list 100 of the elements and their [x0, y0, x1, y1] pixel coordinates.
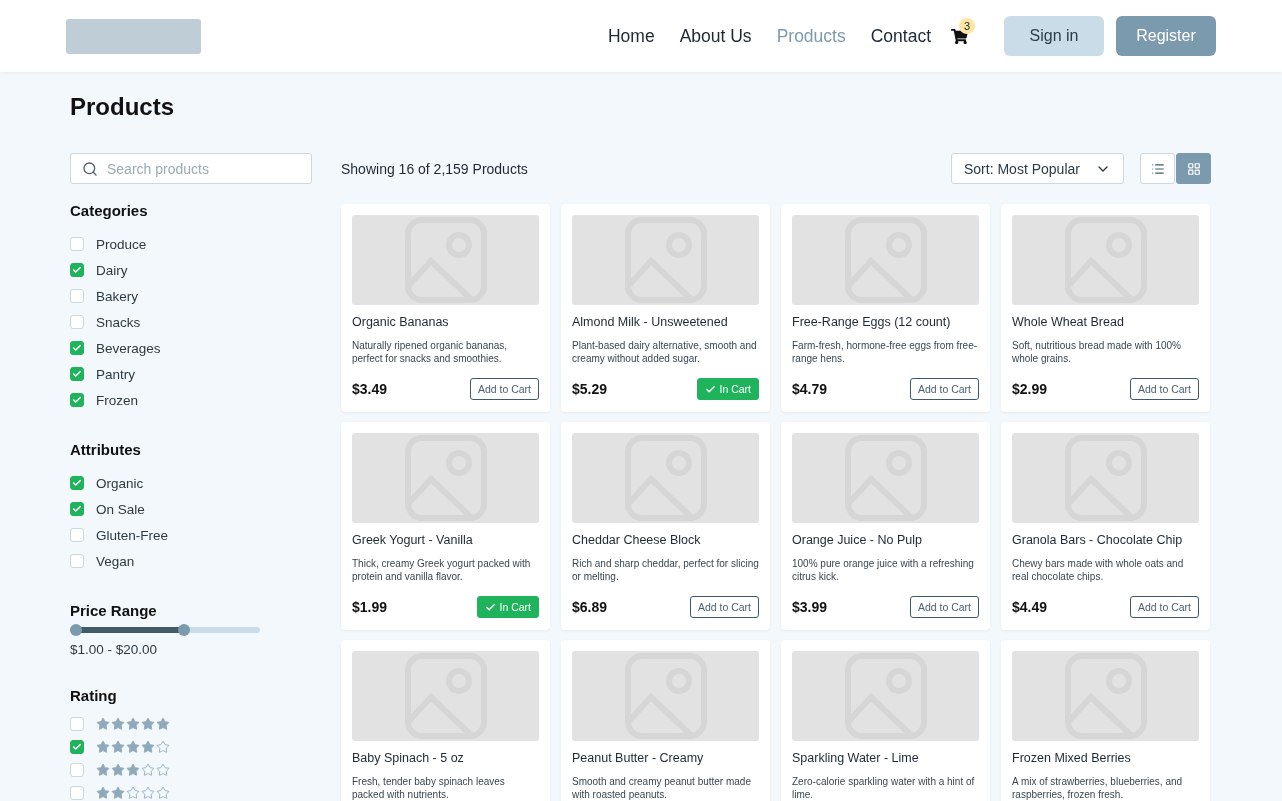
section-heading: Rating	[70, 687, 118, 704]
empty-star-icon	[156, 785, 170, 800]
filled-star-icon	[126, 739, 140, 754]
filled-star-icon	[126, 762, 140, 777]
check-icon	[72, 395, 82, 405]
checkbox-label: Organic	[96, 475, 144, 491]
checkbox[interactable]	[70, 716, 84, 731]
checkbox[interactable]	[70, 289, 84, 303]
checkbox[interactable]	[70, 341, 84, 355]
nav-link[interactable]: Home	[607, 25, 655, 47]
product-name: Granola Bars - Chocolate Chip	[1012, 533, 1184, 548]
empty-star-icon	[156, 739, 170, 754]
add-to-cart-button[interactable]: Add to Cart	[469, 378, 539, 400]
price-slider[interactable]	[70, 627, 260, 633]
product-price: $3.49	[352, 381, 388, 397]
product-name: Sparkling Water - Lime	[792, 751, 920, 766]
checkbox-label: Dairy	[96, 262, 128, 278]
page-title: Products	[70, 92, 175, 122]
checkbox[interactable]	[70, 476, 84, 490]
checkbox[interactable]	[70, 315, 84, 329]
checkbox[interactable]	[70, 237, 84, 251]
sign-in-button[interactable]: Sign in	[1004, 16, 1104, 56]
filled-star-icon	[111, 716, 125, 731]
product-description: A mix of strawberries, blueberries, and raspberries, frozen fresh.	[1012, 775, 1184, 801]
product-name: Free-Range Eggs (12 count)	[792, 315, 952, 330]
check-icon	[72, 369, 82, 379]
section-heading: Price Range	[70, 602, 158, 619]
slider-thumb[interactable]	[178, 624, 190, 636]
product-price: $4.49	[1012, 599, 1048, 615]
product-price: $2.99	[1012, 381, 1048, 397]
filled-star-icon	[96, 762, 110, 777]
add-to-cart-button[interactable]: Add to Cart	[909, 378, 979, 400]
checkbox-label: Produce	[96, 236, 147, 252]
grid-view-button[interactable]	[1176, 153, 1211, 184]
results-count: Showing 16 of 2,159 Products	[341, 160, 528, 177]
checkbox[interactable]	[70, 554, 84, 568]
filled-star-icon	[111, 762, 125, 777]
checkbox[interactable]	[70, 528, 84, 542]
check-icon	[72, 478, 82, 488]
empty-star-icon	[141, 762, 155, 777]
filled-star-icon	[141, 716, 155, 731]
filled-star-icon	[96, 785, 110, 800]
product-name: Peanut Butter - Creamy	[572, 751, 705, 766]
check-icon	[485, 601, 497, 613]
checkbox[interactable]	[70, 502, 84, 516]
checkbox-label: Frozen	[96, 392, 139, 408]
nav-link[interactable]: Contact	[870, 25, 931, 47]
checkbox[interactable]	[70, 263, 84, 277]
checkbox-label: Pantry	[96, 366, 136, 382]
checkbox-label: Beverages	[96, 340, 161, 356]
product-description: Rich and sharp cheddar, perfect for slicing or melting.	[572, 557, 759, 583]
product-description: Farm-fresh, hormone-free eggs from free-range hens.	[792, 339, 979, 365]
slider-thumb[interactable]	[69, 624, 82, 636]
nav-link[interactable]: About Us	[679, 25, 752, 47]
product-description: Plant-based dairy alternative, smooth and creamy without added sugar.	[572, 339, 758, 365]
empty-star-icon	[141, 785, 155, 800]
product-description: Chewy bars made with whole oats and real chocolate chips.	[1012, 557, 1185, 583]
checkbox[interactable]	[70, 762, 84, 777]
list-icon	[1150, 161, 1165, 176]
product-name: Organic Bananas	[352, 315, 450, 330]
product-price: $4.79	[792, 381, 828, 397]
checkbox-label: Snacks	[96, 314, 141, 330]
product-description: Thick, creamy Greek yogurt packed with protein and vanilla flavor.	[352, 557, 532, 583]
filled-star-icon	[96, 716, 110, 731]
product-name: Orange Juice - No Pulp	[792, 533, 923, 548]
checkbox-label: On Sale	[96, 501, 145, 517]
filled-star-icon	[126, 716, 140, 731]
product-name: Whole Wheat Bread	[1012, 315, 1125, 330]
cart-count-badge: 3	[959, 17, 975, 34]
add-to-cart-button[interactable]: Add to Cart	[689, 596, 759, 618]
check-icon	[72, 343, 82, 353]
product-description: Smooth and creamy peanut butter made with roasted peanuts.	[572, 775, 752, 801]
price-range-reading: $1.00 - $20.00	[70, 642, 159, 657]
checkbox[interactable]	[70, 785, 84, 800]
check-icon	[72, 265, 82, 275]
product-name: Baby Spinach - 5 oz	[352, 751, 465, 766]
checkbox-label: Bakery	[96, 288, 139, 304]
add-to-cart-button[interactable]: Add to Cart	[1129, 596, 1199, 618]
product-price: $3.99	[792, 599, 828, 615]
product-description: Soft, nutritious bread made with 100% whole grains.	[1012, 339, 1182, 365]
check-icon	[72, 504, 82, 514]
search-field[interactable]: Search products	[70, 153, 312, 184]
empty-star-icon	[156, 762, 170, 777]
filled-star-icon	[141, 739, 155, 754]
product-price: $6.89	[572, 599, 608, 615]
checkbox[interactable]	[70, 739, 84, 754]
logo[interactable]	[66, 18, 201, 54]
product-name: Cheddar Cheese Block	[572, 533, 702, 548]
checkbox[interactable]	[70, 393, 84, 407]
filled-star-icon	[96, 739, 110, 754]
list-view-button[interactable]	[1140, 153, 1175, 184]
add-to-cart-button[interactable]: Add to Cart	[1129, 378, 1199, 400]
product-price: $1.99	[352, 599, 388, 615]
checkbox[interactable]	[70, 367, 84, 381]
product-name: Greek Yogurt - Vanilla	[352, 533, 474, 548]
filled-star-icon	[111, 785, 125, 800]
section-heading: Attributes	[70, 441, 142, 458]
sort-dropdown[interactable]: Sort: Most Popular	[951, 153, 1124, 184]
checkbox-label: Vegan	[96, 553, 135, 569]
add-to-cart-button[interactable]: Add to Cart	[909, 596, 979, 618]
